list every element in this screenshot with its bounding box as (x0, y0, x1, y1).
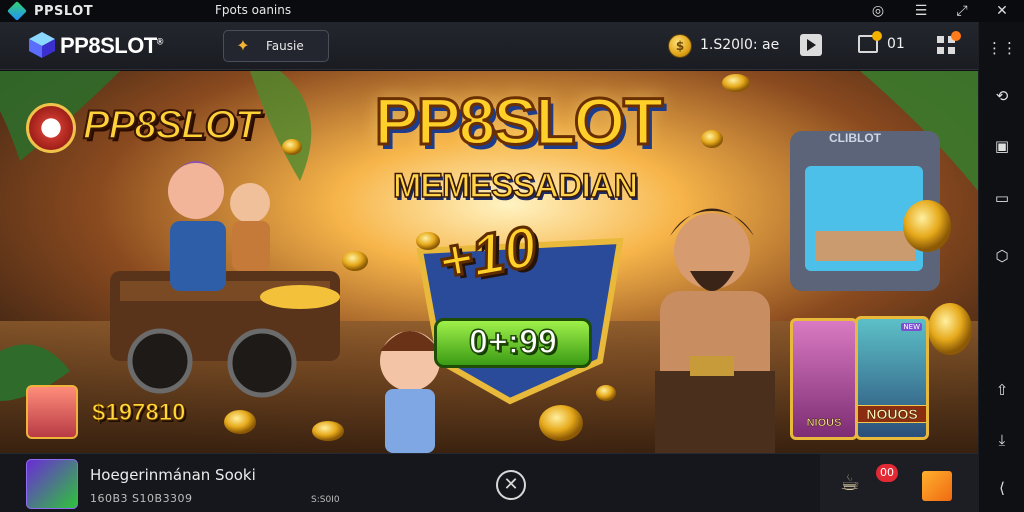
new-tag: NEW (901, 323, 922, 331)
banner-subtitle: MEMESSADIAN (392, 166, 639, 206)
emulator-sidebar: ⋮⋮ ⟲ ▣ ▭ ⬡ ⇧ ⤓ ⟨ (978, 22, 1024, 512)
sidebar-keymap-icon[interactable]: ⋮⋮ (987, 36, 1017, 60)
app-title: Hoegerinmánan Sooki (90, 466, 256, 484)
coin-icon: $ (668, 34, 692, 58)
promo-banner[interactable]: PP8SLOT PP8SLOT MEMESSADIAN +10 0+:99 CL… (0, 71, 978, 453)
orange-app-icon[interactable] (922, 471, 952, 501)
mail-count: 01 (887, 36, 905, 52)
apps-badge (951, 31, 961, 41)
app-meta-secondary: S:S0I0 (311, 495, 340, 505)
mode-button-label: Fausie (266, 39, 304, 53)
close-icon[interactable]: ✕ (496, 470, 526, 500)
sidebar-screenshot-icon[interactable]: ▣ (990, 134, 1014, 158)
mail-badge (872, 31, 882, 41)
app-meta: 160B3 S10B3309 (90, 492, 193, 505)
emulator-logo-icon (7, 1, 27, 21)
sidebar-window-icon[interactable]: ▭ (990, 186, 1014, 210)
play-store-icon[interactable] (800, 34, 822, 56)
app-thumbnail[interactable] (26, 459, 78, 509)
sidebar-upload-icon[interactable]: ⇧ (990, 378, 1014, 402)
game-card-2[interactable]: NEW NOUOS (855, 316, 929, 440)
game-icon: ✦ (236, 36, 250, 55)
arcade-sign: CLIBLOT (829, 131, 881, 145)
fullscreen-icon[interactable]: ⤢ (944, 0, 980, 22)
sidebar-shake-icon[interactable]: ⬡ (990, 244, 1014, 268)
notification-badge: 00 (876, 464, 898, 482)
bottom-bar: Hoegerinmánan Sooki 160B3 S10B3309 S:S0I… (0, 453, 978, 512)
header-logo[interactable]: PP8SLOT® (60, 33, 163, 59)
title-bar: PPSLOT Fpots oanins ◎ ☰ ⤢ ✕ (0, 0, 1024, 22)
record-icon[interactable]: ◎ (860, 0, 896, 22)
game-card-1-label: NIOUS (806, 417, 842, 430)
sidebar-rotate-icon[interactable]: ⟲ (990, 84, 1014, 108)
window-subtitle: Fpots oanins (215, 3, 292, 17)
brand-badge-text: PP8SLOT (82, 102, 260, 148)
sidebar-back-icon[interactable]: ⟨ (990, 476, 1014, 500)
game-card-1[interactable]: NIOUS (790, 318, 858, 440)
close-window-icon[interactable]: ✕ (984, 0, 1020, 22)
emulator-window: PPSLOT Fpots oanins ◎ ☰ ⤢ ✕ PP8SLOT® ✦ F… (0, 0, 1024, 512)
cup-icon[interactable]: ☕ (840, 471, 870, 499)
game-header: PP8SLOT® ✦ Fausie $ 1.S20l0: ae 01 (0, 22, 978, 70)
odds-pill[interactable]: 0+:99 (434, 318, 592, 368)
balance-value: 1.S20l0: ae (700, 37, 780, 53)
mode-button[interactable]: ✦ Fausie (223, 30, 329, 62)
banner-title: PP8SLOT (373, 83, 665, 160)
sidebar-install-icon[interactable]: ⤓ (990, 428, 1014, 452)
game-card-2-label: NOUOS (858, 405, 926, 423)
player-avatar[interactable] (26, 385, 78, 439)
win-amount: $197810 (91, 399, 186, 427)
window-title: PPSLOT (34, 3, 94, 19)
brand-badge-icon (26, 103, 76, 153)
logo-cube-icon (29, 32, 55, 58)
menu-icon[interactable]: ☰ (903, 0, 939, 22)
